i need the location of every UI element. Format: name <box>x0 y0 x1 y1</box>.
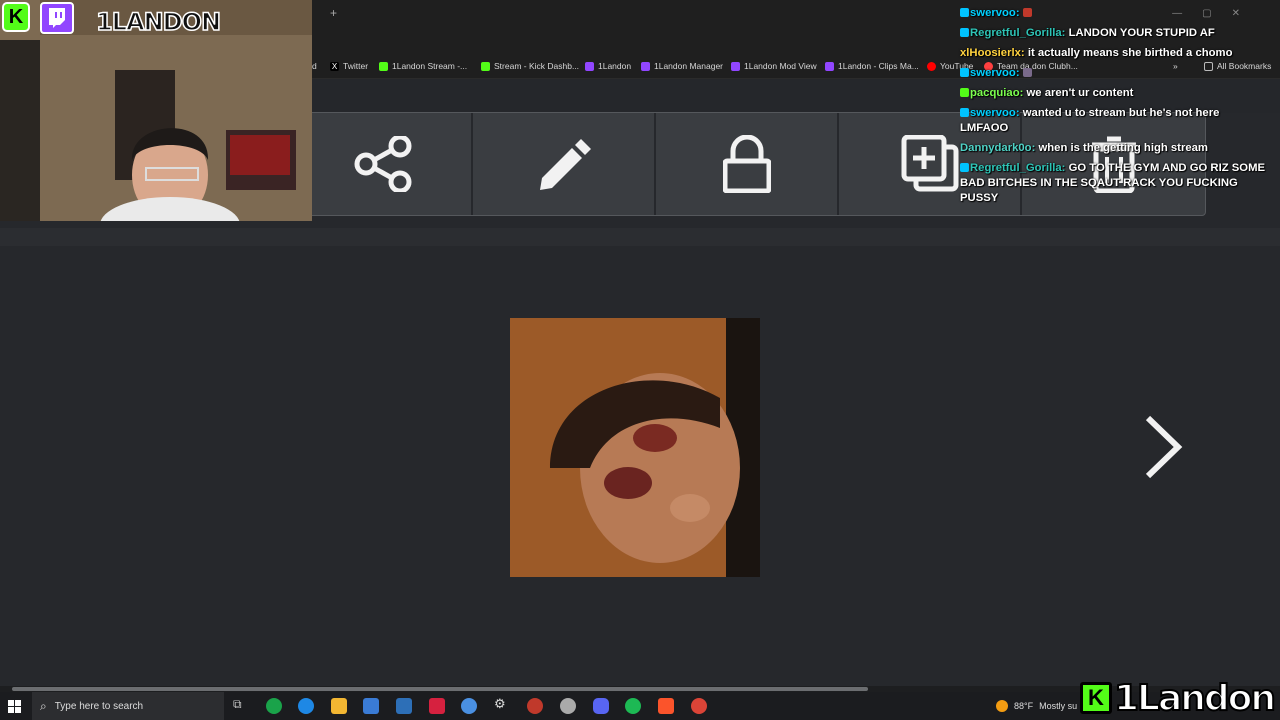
twitch-icon <box>731 61 740 71</box>
x-icon: X <box>330 61 339 71</box>
app-icon[interactable] <box>429 698 445 714</box>
twitch-icon <box>49 8 65 28</box>
sub-badge-icon <box>960 28 969 37</box>
sub-badge-icon <box>960 108 969 117</box>
chat-username: swervoo: <box>970 67 1020 79</box>
bookmark-item[interactable]: 1Landon Stream -... <box>379 61 467 71</box>
app-icon[interactable] <box>461 698 477 714</box>
chat-username: Dannydark0o: <box>960 142 1036 154</box>
chat-message: Regretful_Gorilla: GO TO THE GYM AND GO … <box>960 161 1270 206</box>
chat-message: swervoo: <box>960 6 1270 21</box>
chat-text: it actually means she birthed a chomo <box>1027 47 1233 59</box>
bookmark-item[interactable]: X Twitter <box>330 61 368 71</box>
sub-badge-icon <box>960 68 969 77</box>
clip-thumbnail[interactable] <box>510 318 760 577</box>
stream-chat-overlay: swervoo: Regretful_Gorilla: LANDON YOUR … <box>960 6 1270 211</box>
streamer-brand-overlay: K 1Landon <box>1080 677 1277 720</box>
scrollbar-thumb[interactable] <box>12 687 868 691</box>
settings-icon[interactable]: ⚙ <box>494 696 510 712</box>
taskbar-search-box[interactable]: ⌕ Type here to search <box>32 692 224 720</box>
brand-name: 1Landon <box>1113 677 1277 720</box>
lock-button[interactable] <box>656 113 837 215</box>
bookmark-item[interactable]: 1Landon Manager <box>641 61 723 71</box>
discord-icon[interactable] <box>593 698 609 714</box>
sub-badge-icon <box>960 88 969 97</box>
sub-badge-icon <box>960 163 969 172</box>
chat-username: Regretful_Gorilla: <box>970 162 1066 174</box>
share-button[interactable] <box>297 113 471 215</box>
xbox-icon[interactable] <box>266 698 282 714</box>
bookmark-item[interactable]: 1Landon Mod View <box>731 61 817 71</box>
bookmark-item[interactable]: Stream - Kick Dashb... <box>481 61 579 71</box>
bookmark-item[interactable]: 1Landon - Clips Ma... <box>825 61 919 71</box>
twitch-icon <box>825 61 834 71</box>
chat-text: we aren't ur content <box>1026 87 1134 99</box>
youtube-icon <box>927 61 936 71</box>
clip-image <box>510 318 760 577</box>
windows-icon <box>8 700 21 713</box>
chevron-right-icon <box>1145 415 1183 479</box>
chat-message: xlHoosierlx: it actually means she birth… <box>960 46 1270 61</box>
edit-button[interactable] <box>473 113 654 215</box>
twitch-icon <box>585 61 594 71</box>
next-clip-button[interactable] <box>1140 414 1186 485</box>
kick-logo: K <box>1080 682 1112 714</box>
bookmark-item[interactable]: 1Landon <box>585 61 631 71</box>
sub-badge-icon <box>960 8 969 17</box>
pencil-icon <box>539 139 591 190</box>
bookmark-item[interactable]: d <box>312 61 317 71</box>
app-icon[interactable] <box>527 698 543 714</box>
chrome-icon[interactable] <box>691 698 707 714</box>
chat-username: pacquiao: <box>970 87 1024 99</box>
streamer-name-overlay: 1LANDON <box>95 7 222 37</box>
share-icon <box>354 136 412 192</box>
emote-icon <box>1022 8 1032 17</box>
emote-icon <box>1022 68 1032 77</box>
chat-text: when is the getting high stream <box>1038 142 1208 154</box>
kick-icon <box>379 61 388 71</box>
store-icon[interactable] <box>363 698 379 714</box>
weather-widget[interactable]: 88°F Mostly su <box>996 700 1077 712</box>
chat-message: swervoo: wanted u to stream but he's not… <box>960 106 1270 136</box>
add-copy-icon <box>901 135 958 192</box>
chat-username: xlHoosierlx: <box>960 47 1025 59</box>
chat-username: Regretful_Gorilla: <box>970 27 1066 39</box>
chat-username: swervoo: <box>970 107 1020 119</box>
brave-icon[interactable] <box>658 698 674 714</box>
kick-icon <box>481 61 490 71</box>
weather-sun-icon <box>996 700 1008 712</box>
edge-icon[interactable] <box>298 698 314 714</box>
kick-logo: K <box>2 2 30 32</box>
search-placeholder: Type here to search <box>54 700 144 712</box>
chat-message: Dannydark0o: when is the getting high st… <box>960 141 1270 156</box>
spotify-icon[interactable] <box>625 698 641 714</box>
twitch-logo <box>40 2 74 34</box>
calculator-icon[interactable] <box>396 698 412 714</box>
content-divider <box>0 228 1280 246</box>
twitch-icon <box>641 61 650 71</box>
file-explorer-icon[interactable] <box>331 698 347 714</box>
new-tab-button[interactable]: + <box>330 6 337 20</box>
weather-description: Mostly su <box>1039 701 1078 711</box>
steam-icon[interactable] <box>560 698 576 714</box>
weather-temperature: 88°F <box>1014 701 1034 711</box>
chat-message: swervoo: <box>960 66 1270 81</box>
chat-text: LANDON YOUR STUPID AF <box>1068 27 1215 39</box>
search-icon: ⌕ <box>40 698 47 713</box>
chat-message: pacquiao: we aren't ur content <box>960 86 1270 101</box>
start-button[interactable] <box>8 700 21 718</box>
chat-username: swervoo: <box>970 7 1020 19</box>
task-view-icon[interactable]: ⧉ <box>233 697 249 713</box>
webcam-overlay: K 1LANDON <box>0 0 312 221</box>
chat-message: Regretful_Gorilla: LANDON YOUR STUPID AF <box>960 26 1270 41</box>
lock-icon <box>722 135 771 193</box>
